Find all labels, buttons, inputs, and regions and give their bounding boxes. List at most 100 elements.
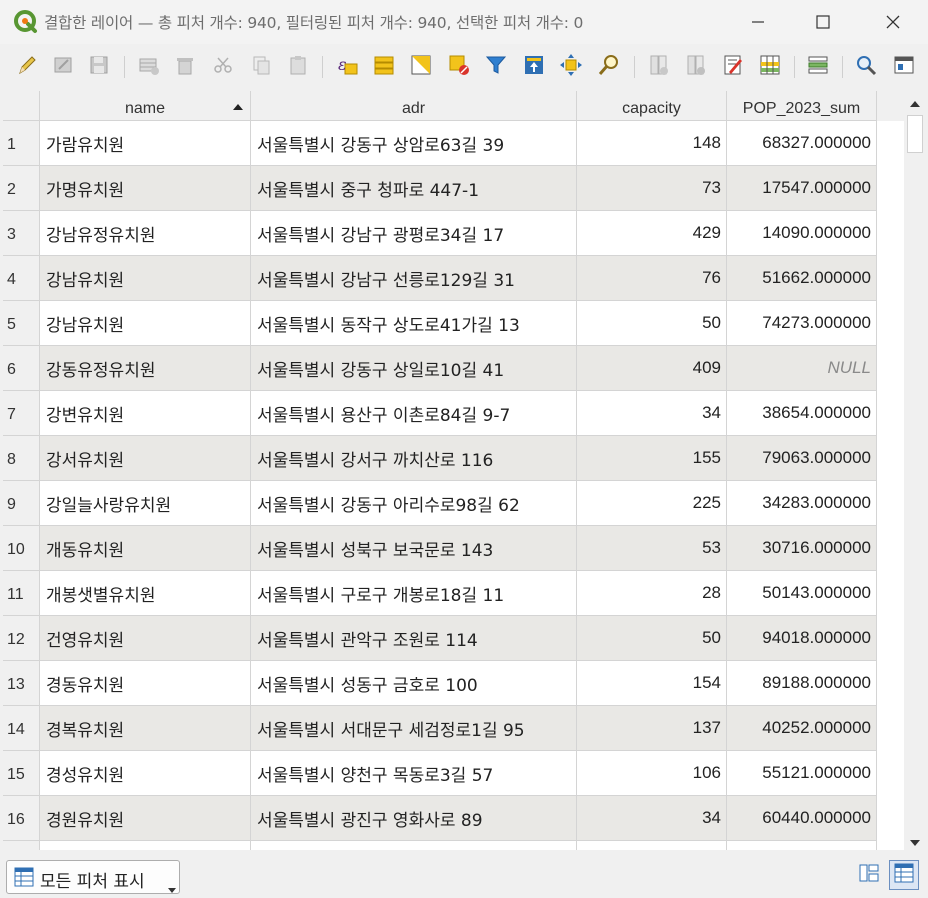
cell-capacity[interactable]: 429: [577, 211, 727, 256]
cell-capacity[interactable]: 155: [577, 436, 727, 481]
cell-capacity[interactable]: 50: [577, 616, 727, 661]
cell-name[interactable]: 강동유정유치원: [40, 346, 251, 391]
row-number[interactable]: 14: [3, 706, 40, 751]
cell-name[interactable]: 가명유치원: [40, 166, 251, 211]
cell-pop[interactable]: 40252.000000: [727, 706, 877, 751]
row-number[interactable]: 15: [3, 751, 40, 796]
filter-select-button[interactable]: [481, 52, 511, 82]
cell-name[interactable]: 강남유정유치원: [40, 211, 251, 256]
cell-name[interactable]: 강남유치원: [40, 301, 251, 346]
cell-capacity[interactable]: 106: [577, 751, 727, 796]
row-number[interactable]: 3: [3, 211, 40, 256]
cell-adr[interactable]: 서울특별시 양천구 목동로3길 57: [251, 751, 577, 796]
row-number[interactable]: 2: [3, 166, 40, 211]
cell-name[interactable]: 건영유치원: [40, 616, 251, 661]
row-number[interactable]: 6: [3, 346, 40, 391]
invert-selection-button[interactable]: [406, 52, 436, 82]
cell-name[interactable]: 강서유치원: [40, 436, 251, 481]
select-all-button[interactable]: [369, 52, 399, 82]
column-header-pop[interactable]: POP_2023_sum: [727, 91, 877, 121]
row-number[interactable]: 8: [3, 436, 40, 481]
add-feature-button[interactable]: [134, 52, 164, 82]
conditional-formatting-button[interactable]: [755, 52, 785, 82]
cell-adr[interactable]: 서울특별시 강서구 까치산로 116: [251, 436, 577, 481]
cell-pop[interactable]: NULL: [727, 346, 877, 391]
cell-adr[interactable]: 서울특별시 강동구 상암로63길 39: [251, 121, 577, 166]
toggle-multi-edit-button[interactable]: [48, 52, 78, 82]
cell-pop[interactable]: 50143.000000: [727, 571, 877, 616]
cell-pop[interactable]: 68327.000000: [727, 121, 877, 166]
cell-name[interactable]: 경복유치원: [40, 706, 251, 751]
row-number[interactable]: 1: [3, 121, 40, 166]
delete-field-button[interactable]: [681, 52, 711, 82]
table-row[interactable]: 16 경원유치원 서울특별시 광진구 영화사로 89 34 60440.000000: [3, 796, 904, 841]
cut-features-button[interactable]: [208, 52, 238, 82]
copy-features-button[interactable]: [246, 52, 276, 82]
scroll-thumb[interactable]: [907, 115, 923, 153]
cell-name[interactable]: 강일늘사랑유치원: [40, 481, 251, 526]
table-row[interactable]: 3 강남유정유치원 서울특별시 강남구 광평로34길 17 429 14090.0000…: [3, 211, 904, 256]
cell-capacity[interactable]: 28: [577, 571, 727, 616]
cell-name[interactable]: 강남유치원: [40, 256, 251, 301]
cell-name[interactable]: 경원유치원: [40, 796, 251, 841]
table-row[interactable]: 7 강변유치원 서울특별시 용산구 이촌로84길 9-7 34 38654.000000: [3, 391, 904, 436]
table-row[interactable]: 2 가명유치원 서울특별시 중구 청파로 447-1 73 17547.000000: [3, 166, 904, 211]
actions-button[interactable]: [851, 52, 881, 82]
cell-name[interactable]: 경동유치원: [40, 661, 251, 706]
cell-adr[interactable]: 서울특별시 성북구 보국문로 143: [251, 526, 577, 571]
toggle-editing-button[interactable]: [12, 52, 42, 82]
row-number[interactable]: 9: [3, 481, 40, 526]
move-selection-top-button[interactable]: [519, 52, 549, 82]
cell-name[interactable]: 가람유치원: [40, 121, 251, 166]
cell-adr[interactable]: 서울특별시 서대문구 세검정로1길 95: [251, 706, 577, 751]
cell-pop[interactable]: 89188.000000: [727, 661, 877, 706]
cell-pop[interactable]: 55121.000000: [727, 751, 877, 796]
cell-pop[interactable]: 94018.000000: [727, 616, 877, 661]
feature-filter-dropdown[interactable]: 모든 피처 표시: [6, 860, 180, 894]
cell-pop[interactable]: 30716.000000: [727, 526, 877, 571]
table-row[interactable]: 14 경복유치원 서울특별시 서대문구 세검정로1길 95 137 40252.0000…: [3, 706, 904, 751]
vertical-scrollbar[interactable]: [904, 91, 926, 850]
corner-header[interactable]: [3, 91, 40, 121]
attribute-table[interactable]: name adr capacity POP_2023_sum 1 가람유치원 서울특…: [3, 91, 904, 850]
save-edits-button[interactable]: [84, 52, 114, 82]
cell-pop[interactable]: 17547.000000: [727, 166, 877, 211]
field-calculator-button[interactable]: [718, 52, 748, 82]
table-row[interactable]: 9 강일늘사랑유치원 서울특별시 강동구 아리수로98길 62 225 34283.00…: [3, 481, 904, 526]
cell-capacity[interactable]: 76: [577, 256, 727, 301]
cell-capacity[interactable]: 148: [577, 121, 727, 166]
cell-name[interactable]: 개동유치원: [40, 526, 251, 571]
table-view-button[interactable]: [889, 860, 919, 890]
row-number[interactable]: 13: [3, 661, 40, 706]
cell-pop[interactable]: 79063.000000: [727, 436, 877, 481]
scroll-up-icon[interactable]: [908, 95, 922, 114]
cell-adr[interactable]: 서울특별시 성동구 금호로 100: [251, 661, 577, 706]
cell-pop[interactable]: 60440.000000: [727, 796, 877, 841]
maximize-button[interactable]: [792, 0, 854, 44]
cell-capacity[interactable]: 73: [577, 166, 727, 211]
zoom-to-selection-button[interactable]: [594, 52, 624, 82]
cell-adr[interactable]: 서울특별시 강동구 상일로10길 41: [251, 346, 577, 391]
column-header-adr[interactable]: adr: [251, 91, 577, 121]
table-row[interactable]: 15 경성유치원 서울특별시 양천구 목동로3길 57 106 55121.000000: [3, 751, 904, 796]
column-header-name[interactable]: name: [40, 91, 251, 121]
deselect-all-button[interactable]: [444, 52, 474, 82]
column-header-capacity[interactable]: capacity: [577, 91, 727, 121]
select-by-expression-button[interactable]: ε: [332, 52, 362, 82]
cell-capacity[interactable]: 53: [577, 526, 727, 571]
organize-columns-button[interactable]: [803, 52, 833, 82]
row-number[interactable]: 10: [3, 526, 40, 571]
cell-pop[interactable]: 34283.000000: [727, 481, 877, 526]
new-field-button[interactable]: [644, 52, 674, 82]
table-row[interactable]: 5 강남유치원 서울특별시 동작구 상도로41가길 13 50 74273.000000: [3, 301, 904, 346]
cell-pop[interactable]: 51662.000000: [727, 256, 877, 301]
cell-adr[interactable]: 서울특별시 강동구 아리수로98길 62: [251, 481, 577, 526]
cell-capacity[interactable]: 34: [577, 391, 727, 436]
cell-name[interactable]: 경성유치원: [40, 751, 251, 796]
pan-to-selection-button[interactable]: [556, 52, 586, 82]
cell-capacity[interactable]: 50: [577, 301, 727, 346]
row-number[interactable]: 7: [3, 391, 40, 436]
cell-adr[interactable]: 서울특별시 구로구 개봉로18길 11: [251, 571, 577, 616]
table-row[interactable]: 6 강동유정유치원 서울특별시 강동구 상일로10길 41 409 NULL: [3, 346, 904, 391]
table-row[interactable]: 13 경동유치원 서울특별시 성동구 금호로 100 154 89188.000000: [3, 661, 904, 706]
